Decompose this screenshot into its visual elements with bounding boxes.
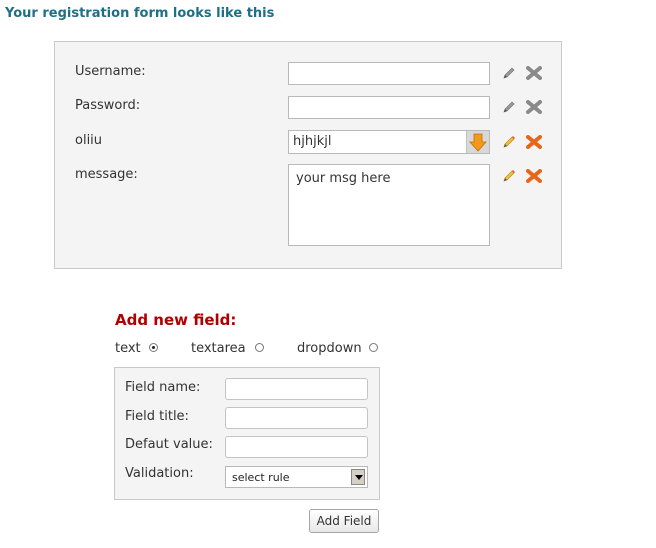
password-label: Password:: [75, 98, 141, 113]
x-delete-icon[interactable]: [526, 169, 542, 183]
username-label: Username:: [75, 64, 146, 79]
type-text-label: text: [115, 341, 141, 356]
type-dropdown-label: dropdown: [297, 341, 362, 356]
field-name-input[interactable]: [225, 378, 368, 400]
field-title-input[interactable]: [225, 407, 368, 429]
dropdown-field-label: oliiu: [75, 133, 103, 148]
validation-selected-value: select rule: [232, 471, 290, 484]
username-input[interactable]: [288, 62, 490, 85]
type-textarea-label: textarea: [191, 341, 246, 356]
pencil-icon[interactable]: [502, 100, 516, 114]
orange-down-arrow-icon[interactable]: [466, 131, 489, 153]
password-input[interactable]: [288, 96, 490, 119]
x-delete-icon[interactable]: [526, 66, 542, 80]
type-dropdown-radio[interactable]: [369, 343, 378, 352]
field-title-label: Field title:: [125, 409, 189, 424]
pencil-icon[interactable]: [502, 135, 516, 149]
x-delete-icon[interactable]: [526, 100, 542, 114]
message-label: message:: [75, 167, 138, 182]
validation-label: Validation:: [125, 466, 194, 481]
pencil-icon[interactable]: [502, 66, 516, 80]
type-textarea-radio[interactable]: [255, 343, 264, 352]
pencil-icon[interactable]: [502, 169, 516, 183]
add-field-heading: Add new field:: [115, 311, 237, 329]
x-delete-icon[interactable]: [526, 135, 542, 149]
message-textarea[interactable]: your msg here: [288, 164, 490, 246]
type-text-radio[interactable]: [149, 343, 158, 352]
default-value-label: Defaut value:: [125, 437, 213, 452]
default-value-input[interactable]: [225, 436, 368, 458]
dropdown-selected-value: hjhjkjl: [293, 134, 332, 149]
page-title: Your registration form looks like this: [5, 6, 275, 21]
chevron-down-icon[interactable]: [351, 469, 365, 485]
field-name-label: Field name:: [125, 380, 201, 395]
dropdown-field-select[interactable]: hjhjkjl: [288, 130, 490, 154]
validation-select[interactable]: select rule: [225, 466, 368, 488]
add-field-button[interactable]: Add Field: [309, 509, 379, 533]
